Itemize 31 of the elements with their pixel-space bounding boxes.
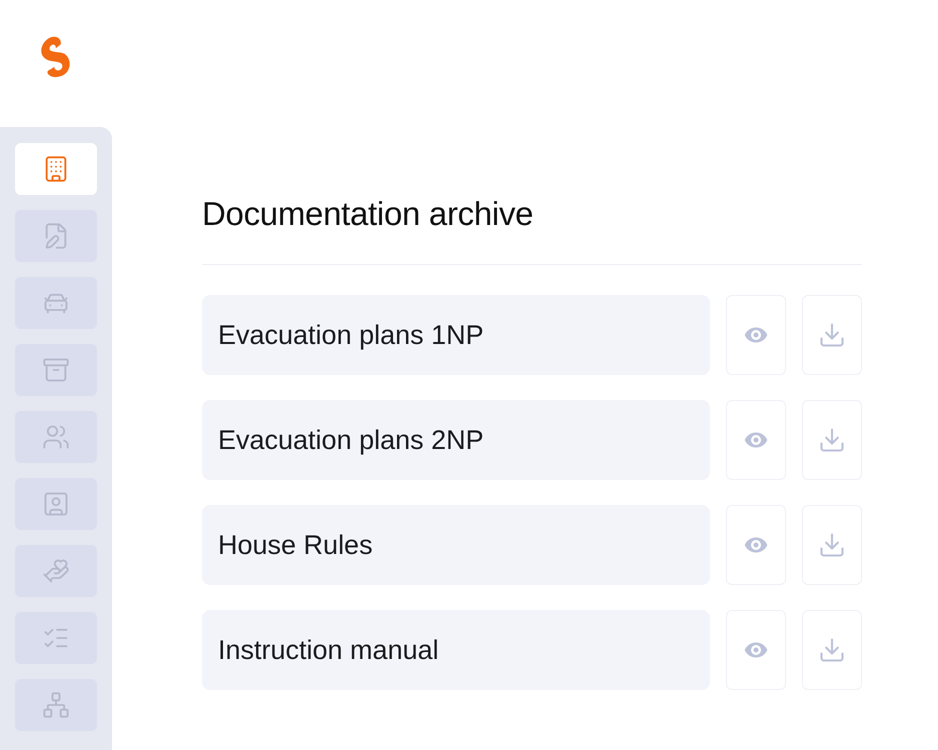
view-button[interactable] [726, 295, 786, 375]
download-icon [818, 636, 846, 664]
download-icon [818, 531, 846, 559]
download-button[interactable] [802, 295, 862, 375]
document-name: House Rules [202, 505, 710, 585]
document-name: Instruction manual [202, 610, 710, 690]
download-button[interactable] [802, 400, 862, 480]
document-name: Evacuation plans 2NP [202, 400, 710, 480]
sidebar-item[interactable] [15, 478, 97, 530]
download-button[interactable] [802, 610, 862, 690]
sidebar-item[interactable] [15, 277, 97, 329]
user-icon [42, 490, 70, 518]
view-button[interactable] [726, 505, 786, 585]
users-icon [42, 423, 70, 451]
page-title: Documentation archive [202, 195, 862, 265]
sidebar-item[interactable] [15, 344, 97, 396]
sidebar-item[interactable] [15, 210, 97, 262]
hand-icon [42, 557, 70, 585]
hierarchy-icon [42, 691, 70, 719]
download-icon [818, 321, 846, 349]
sidebar-item[interactable] [15, 545, 97, 597]
sidebar-item[interactable] [15, 411, 97, 463]
document-name: Evacuation plans 1NP [202, 295, 710, 375]
sidebar-item[interactable] [15, 679, 97, 731]
archive-icon [42, 356, 70, 384]
sidebar-item[interactable] [15, 612, 97, 664]
view-button[interactable] [726, 610, 786, 690]
download-button[interactable] [802, 505, 862, 585]
view-button[interactable] [726, 400, 786, 480]
sidebar-item[interactable] [15, 143, 97, 195]
download-icon [818, 426, 846, 454]
